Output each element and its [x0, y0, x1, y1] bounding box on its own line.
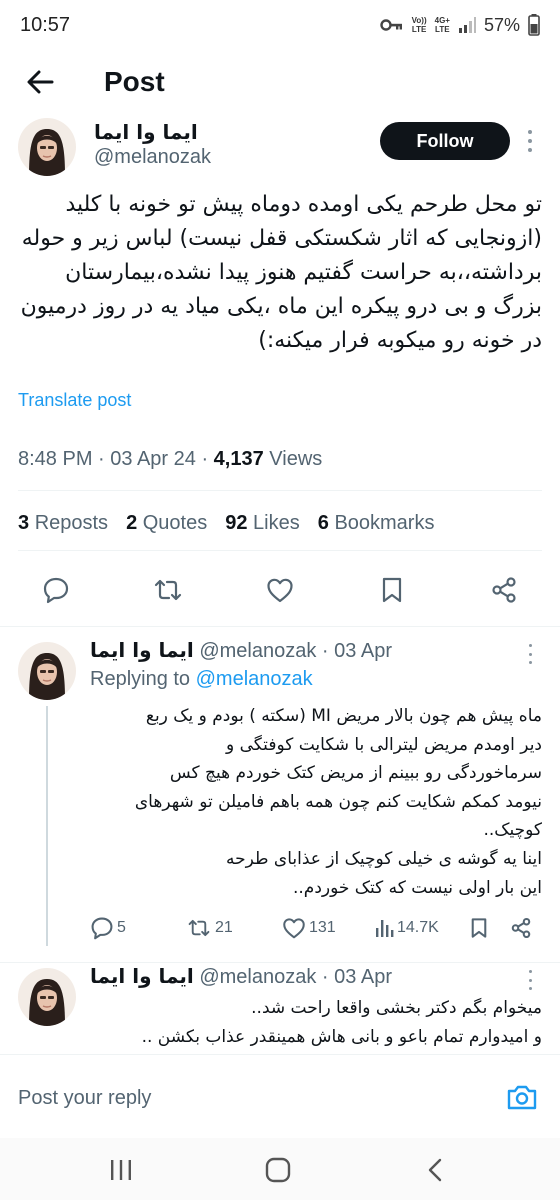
reply-author-name[interactable]: ایما وا ایما: [90, 638, 194, 662]
replying-to: Replying to @melanozak: [90, 668, 313, 690]
post-date: 03 Apr 24: [110, 448, 196, 470]
more-options-icon[interactable]: [518, 126, 542, 156]
app-header: Post: [0, 50, 560, 114]
reply-avatar[interactable]: [18, 968, 76, 1026]
reply-composer: [0, 1054, 560, 1138]
divider: [18, 550, 542, 551]
reply-icon: [43, 577, 69, 604]
replying-to-handle[interactable]: @melanozak: [196, 668, 313, 690]
post-timestamp: 8:48 PM · 03 Apr 24 · 4,137 Views: [18, 448, 323, 470]
reply-handle[interactable]: @melanozak: [199, 640, 316, 662]
system-back-button[interactable]: [410, 1148, 460, 1192]
back-arrow-icon: [27, 70, 54, 94]
more-options-icon[interactable]: [520, 642, 540, 666]
reply-button[interactable]: [34, 568, 78, 612]
status-time: 10:57: [20, 13, 71, 36]
reply-share-button[interactable]: [510, 910, 532, 946]
reply-bookmark-button[interactable]: [470, 910, 488, 946]
reply-date: 03 Apr: [334, 640, 392, 662]
reply-repost-button[interactable]: 21: [186, 910, 233, 946]
likes-stat[interactable]: 92 Likes: [225, 512, 300, 535]
bookmark-button[interactable]: [370, 568, 414, 612]
reply-item[interactable]: ایما وا ایما @melanozak · 03 Apr میخوام …: [0, 952, 560, 1054]
reposts-stat[interactable]: 3 Reposts: [18, 512, 108, 535]
views-label: Views: [269, 448, 323, 470]
recents-button[interactable]: [96, 1148, 146, 1192]
reply-item[interactable]: ایما وا ایما @melanozak · 03 Apr Replyin…: [0, 626, 560, 964]
system-nav-bar: [0, 1138, 560, 1200]
reply-header: ایما وا ایما @melanozak · 03 Apr: [90, 964, 392, 988]
back-icon: [428, 1158, 442, 1182]
post-actions: [0, 568, 560, 618]
camera-icon: [507, 1085, 537, 1110]
more-options-icon[interactable]: [520, 968, 540, 992]
reply-avatar[interactable]: [18, 642, 76, 700]
recents-icon: [111, 1160, 131, 1180]
post-text: تو محل طرحم یکی اومده دوماه پیش تو خونه …: [20, 192, 542, 353]
reply-author-name[interactable]: ایما وا ایما: [90, 964, 194, 988]
views-icon: [376, 920, 394, 937]
reply-input[interactable]: [18, 1083, 488, 1113]
like-icon: [267, 578, 293, 603]
reply-text: ماه پیش هم چون بالار مریض MI (سکته ) بود…: [134, 706, 542, 898]
like-button[interactable]: [258, 568, 302, 612]
repost-icon: [188, 919, 210, 937]
post-time: 8:48 PM: [18, 448, 93, 470]
share-button[interactable]: [482, 568, 526, 612]
post-author-row: ایما وا ایما @melanozak Follow: [0, 114, 560, 178]
bookmark-icon: [471, 918, 487, 938]
translate-post-link[interactable]: Translate post: [18, 390, 131, 411]
main-post: ایما وا ایما @melanozak Follow تو محل طر…: [0, 114, 560, 627]
reply-header: ایما وا ایما @melanozak · 03 Apr: [90, 638, 392, 662]
post-stats: 3 Reposts 2 Quotes 92 Likes 6 Bookmarks: [18, 512, 434, 535]
reply-like-button[interactable]: 131: [282, 910, 336, 946]
reply-icon: [91, 917, 113, 940]
back-button[interactable]: [16, 58, 64, 106]
author-avatar[interactable]: [18, 118, 76, 176]
signal-icon: [458, 17, 476, 33]
quotes-stat[interactable]: 2 Quotes: [126, 512, 207, 535]
reply-actions: 5 21 131 14.7K: [80, 910, 542, 946]
home-icon: [265, 1157, 291, 1183]
battery-level: 57%: [483, 14, 520, 35]
reply-text: میخوام بگم دکتر بخشی واقعا راحت شد.. و ا…: [141, 998, 542, 1047]
home-button[interactable]: [253, 1148, 303, 1192]
battery-icon: [528, 14, 540, 36]
thread-line: [46, 706, 48, 946]
camera-button[interactable]: [502, 1079, 542, 1115]
bookmark-icon: [382, 577, 402, 603]
share-icon: [511, 917, 531, 939]
like-icon: [283, 918, 305, 939]
status-bar: 10:57 Vo)) LTE 4G+ LTE 57%: [0, 0, 560, 50]
page-title: Post: [104, 66, 165, 97]
bookmarks-stat[interactable]: 6 Bookmarks: [318, 512, 435, 535]
status-icons: Vo)) LTE 4G+ LTE 57%: [379, 14, 540, 36]
data-indicator: 4G+ LTE: [434, 16, 450, 34]
author-name[interactable]: ایما وا ایما: [94, 120, 198, 144]
repost-icon: [154, 579, 182, 601]
repost-button[interactable]: [146, 568, 190, 612]
reply-views-button[interactable]: 14.7K: [374, 910, 439, 946]
share-icon: [492, 577, 516, 603]
divider: [18, 490, 542, 491]
key-icon: [379, 19, 402, 31]
follow-button[interactable]: Follow: [380, 122, 510, 160]
volte-indicator: Vo)) LTE: [411, 16, 427, 34]
reply-reply-button[interactable]: 5: [90, 910, 126, 946]
views-count: 4,137: [213, 448, 264, 470]
reply-handle[interactable]: @melanozak: [199, 966, 316, 988]
reply-date: 03 Apr: [334, 966, 392, 988]
author-handle[interactable]: @melanozak: [94, 146, 211, 169]
